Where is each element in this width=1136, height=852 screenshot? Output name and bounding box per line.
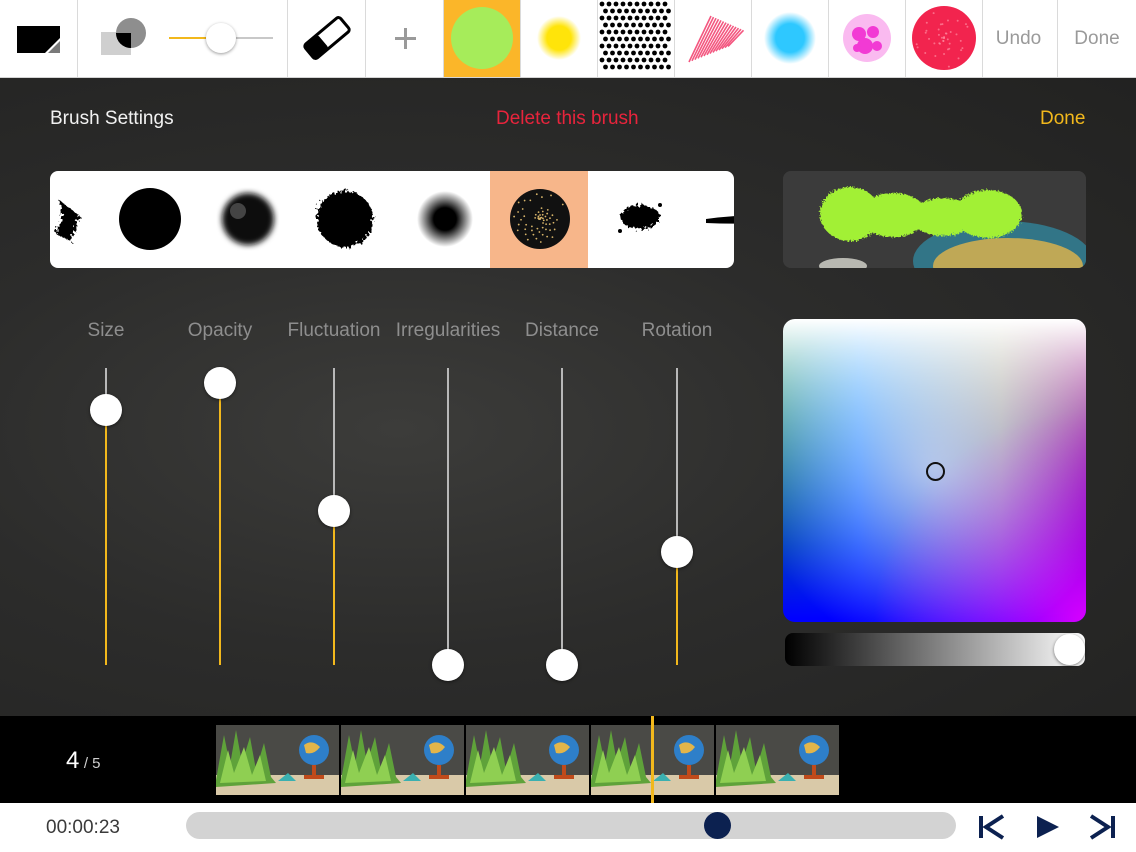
yellow-airbrush-swatch (537, 16, 581, 60)
plus-icon (395, 28, 416, 49)
brush-shape-rough-charcoal[interactable] (295, 171, 393, 268)
brush-size-control (78, 0, 288, 77)
irregularities-slider-track[interactable] (447, 368, 449, 665)
red-noise-brush-swatch (912, 6, 976, 70)
layer-icon (17, 26, 60, 53)
frame-counter: 4 / 5 (66, 747, 101, 775)
color-picker-square[interactable] (783, 319, 1086, 622)
fluctuation-label: Fluctuation (287, 320, 381, 341)
size-slider-fill (105, 409, 107, 665)
hard-round-brush-icon (119, 188, 181, 250)
playhead-marker[interactable] (651, 716, 654, 803)
stroke-preview (783, 171, 1086, 268)
size-label: Size (87, 320, 125, 341)
panel-title: Brush Settings (50, 108, 174, 129)
total-frames: / 5 (83, 755, 101, 772)
panel-done-button[interactable]: Done (1040, 108, 1085, 130)
skip-back-icon (979, 814, 1005, 840)
current-frame-number: 4 (66, 747, 80, 774)
play-button[interactable] (1032, 811, 1064, 843)
rotation-slider-fill (676, 552, 678, 665)
opacity-label: Opacity (187, 320, 253, 341)
skip-to-start-button[interactable] (975, 811, 1007, 843)
brush-shape-speckled-round[interactable] (490, 171, 588, 268)
frame-timeline: 4 / 5 (0, 716, 1136, 803)
fluctuation-slider-knob[interactable] (318, 494, 350, 527)
color-picker-cursor[interactable] (925, 461, 945, 481)
brush-shape-splatter[interactable] (590, 171, 688, 268)
brush-preset-cyan-airbrush[interactable] (752, 0, 829, 77)
pink-pencil-brush-swatch (688, 15, 745, 63)
size-slider-fill (169, 37, 206, 39)
frame-thumbnail[interactable] (216, 725, 339, 795)
opacity-slider-fill (219, 382, 221, 665)
frame-thumbnail[interactable] (341, 725, 464, 795)
rotation-label: Rotation (641, 320, 713, 341)
eraser-icon (303, 16, 351, 60)
frame-thumbnail[interactable] (466, 725, 589, 795)
brush-shape-ragged[interactable] (50, 171, 98, 268)
brush-shape-hard-round[interactable] (100, 171, 198, 268)
rotation-slider-knob[interactable] (661, 536, 693, 569)
irregularities-label: Irregularities (395, 320, 501, 341)
brush-preset-pink-pencil-brush[interactable] (675, 0, 752, 77)
opacity-slider-knob[interactable] (204, 366, 236, 399)
brush-opacity-icon (101, 18, 146, 55)
top-toolbar: Undo Done (0, 0, 1136, 78)
fluctuation-slider-fill (333, 510, 335, 665)
brush-settings-panel: Brush Settings Delete this brush Done Si… (0, 78, 1136, 716)
undo-button[interactable]: Undo (980, 0, 1058, 77)
brush-shape-picker (50, 171, 734, 268)
timecode: 00:00:23 (46, 817, 120, 838)
toolbar-done-button[interactable]: Done (1058, 0, 1136, 77)
scrubber-knob[interactable] (703, 812, 731, 839)
brush-shape-stroke-tip[interactable] (688, 171, 734, 268)
distance-slider-knob[interactable] (546, 649, 578, 681)
dot-pattern-brush-swatch (599, 1, 671, 70)
brush-shape-soft-round[interactable] (395, 171, 493, 268)
layer-tool-button[interactable] (0, 0, 78, 77)
play-icon (1037, 816, 1059, 838)
add-brush-button[interactable] (366, 0, 444, 77)
ragged-brush-icon (55, 201, 80, 241)
brush-preset-magenta-spray-brush[interactable] (829, 0, 906, 77)
brush-preset-dot-pattern-brush[interactable] (598, 0, 675, 77)
brush-preset-red-noise-brush[interactable] (906, 0, 983, 77)
skip-forward-icon (1089, 814, 1115, 840)
brush-shape-soft-clump[interactable] (200, 171, 298, 268)
speckled-round-brush-icon (510, 189, 570, 249)
playback-scrubber[interactable] (186, 812, 956, 839)
brightness-slider-knob[interactable] (1054, 634, 1085, 665)
frame-thumbnail[interactable] (716, 725, 839, 795)
cyan-airbrush-swatch (764, 12, 816, 64)
distance-slider-track[interactable] (561, 368, 563, 665)
size-slider-knob[interactable] (90, 393, 122, 426)
magenta-spray-brush-swatch (843, 14, 891, 62)
splatter-brush-icon (618, 203, 662, 233)
irregularities-slider-knob[interactable] (432, 649, 464, 681)
size-slider-knob[interactable] (206, 23, 236, 53)
brush-preset-lime-fill-brush[interactable] (444, 0, 521, 77)
soft-clump-brush-icon (222, 193, 274, 245)
skip-to-end-button[interactable] (1087, 811, 1119, 843)
delete-brush-button[interactable]: Delete this brush (496, 108, 639, 130)
soft-round-brush-icon (417, 191, 473, 247)
brush-preset-yellow-airbrush[interactable] (521, 0, 598, 77)
eraser-button[interactable] (288, 0, 366, 77)
distance-label: Distance (525, 320, 599, 341)
brightness-slider[interactable] (785, 633, 1085, 666)
stroke-tip-brush-icon (706, 216, 734, 224)
lime-fill-brush-swatch (451, 7, 513, 69)
rough-charcoal-brush-icon (317, 191, 373, 247)
playback-bar: 00:00:23 (0, 803, 1136, 852)
